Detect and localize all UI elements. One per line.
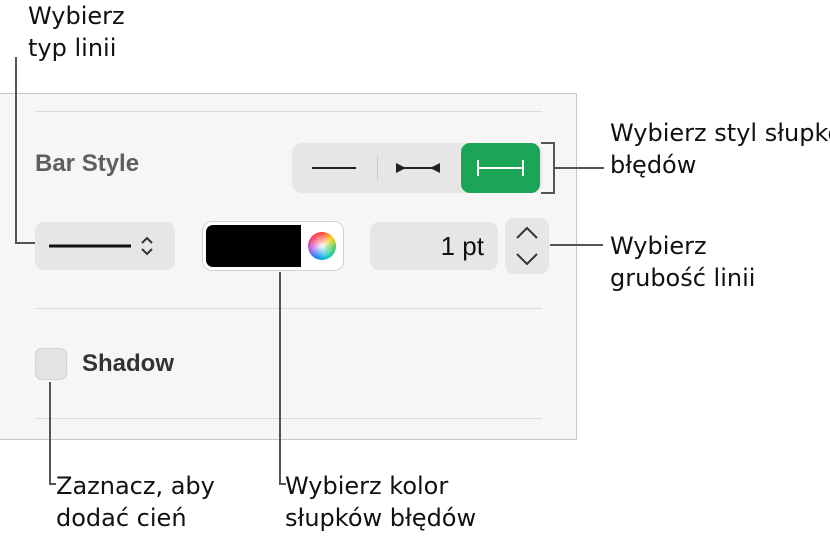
line-width-stepper[interactable]: [505, 218, 549, 274]
line-with-caps-icon: [477, 160, 524, 176]
separator-middle: [35, 308, 542, 309]
callout-line-type: Wybierz typ linii: [28, 0, 125, 64]
callout-bar-style-2: błędów: [610, 151, 697, 179]
callout-bar-color-1: Wybierz kolor: [285, 472, 449, 500]
callout-line-width: Wybierz grubość linii: [610, 230, 755, 294]
leader-color-horizontal: [279, 483, 286, 485]
bar-style-caps-button[interactable]: [461, 143, 540, 193]
separator-top: [35, 111, 542, 112]
leader-shadow-vertical: [49, 382, 51, 484]
callout-bar-style-1: Wybierz styl słupków: [610, 119, 830, 147]
bar-style-line-button[interactable]: [292, 143, 376, 193]
bracket-bottom: [541, 192, 554, 194]
callout-shadow-1: Zaznacz, aby: [56, 472, 215, 500]
callout-bar-style: Wybierz styl słupków błędów: [610, 117, 830, 181]
callout-bar-color: Wybierz kolor słupków błędów: [285, 470, 476, 534]
bar-style-label: Bar Style: [35, 150, 140, 177]
shadow-checkbox[interactable]: [35, 348, 67, 380]
bar-style-arrows-button[interactable]: [378, 143, 460, 193]
line-width-field[interactable]: 1 pt: [370, 222, 498, 270]
color-wheel-icon[interactable]: [308, 232, 336, 260]
line-with-arrows-icon: [396, 163, 440, 173]
color-swatch: [206, 225, 301, 267]
callout-shadow: Zaznacz, aby dodać cień: [56, 470, 215, 534]
line-type-popup[interactable]: [35, 222, 175, 270]
chevron-up-down-icon: [141, 236, 153, 256]
callout-line-type-1: Wybierz: [28, 2, 125, 30]
callout-bar-color-2: słupków błędów: [285, 504, 477, 532]
leader-line-type-horizontal: [15, 242, 35, 244]
shadow-label: Shadow: [82, 350, 175, 377]
callout-line-type-2: typ linii: [28, 34, 117, 62]
separator-bottom: [35, 418, 542, 419]
callout-shadow-2: dodać cień: [56, 504, 187, 532]
line-icon: [312, 167, 356, 169]
stepper-arrows-icon: [516, 226, 538, 266]
leader-color-vertical: [279, 272, 281, 485]
leader-line-type-vertical: [15, 57, 17, 243]
leader-line-width: [550, 244, 603, 246]
callout-line-width-2: grubość linii: [610, 264, 756, 292]
bar-style-segmented-control: [292, 143, 542, 193]
leader-bar-style: [554, 167, 604, 169]
callout-line-width-1: Wybierz: [610, 232, 707, 260]
leader-shadow-horizontal: [49, 483, 56, 485]
error-bar-color-well[interactable]: [203, 222, 343, 270]
